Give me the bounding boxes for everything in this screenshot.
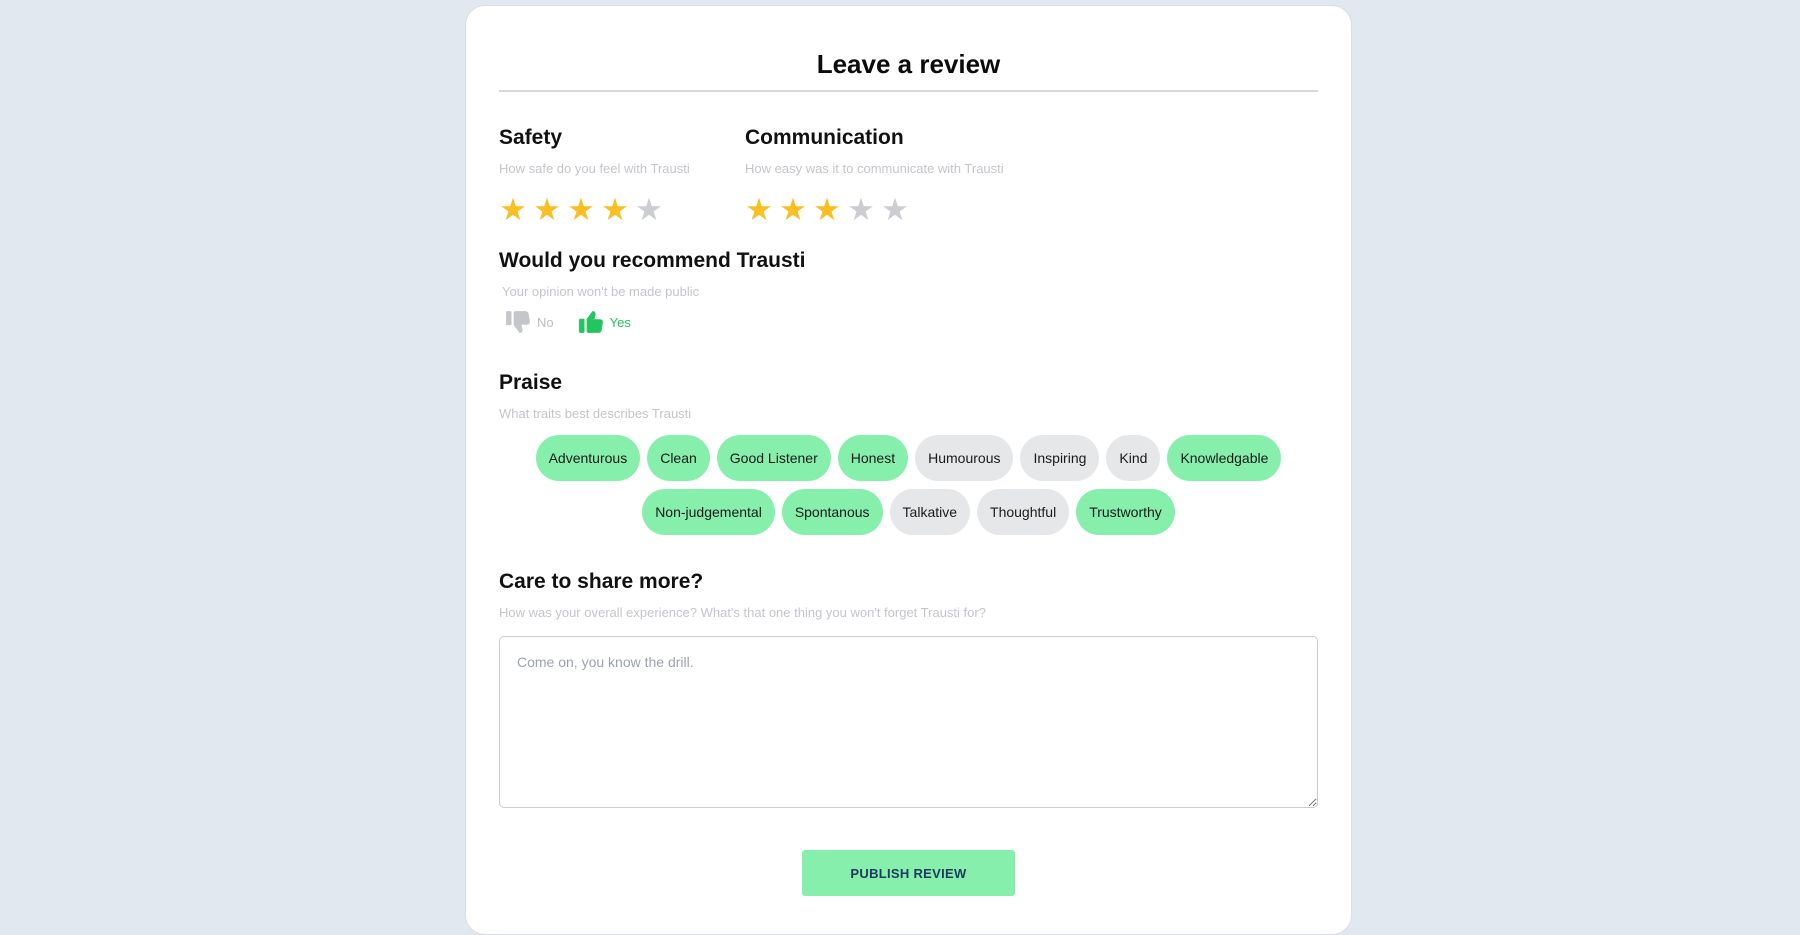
review-textarea[interactable]	[499, 636, 1318, 808]
communication-heading: Communication	[745, 126, 904, 149]
recommend-yes-label: Yes	[609, 314, 631, 330]
recommend-no-button[interactable]: No	[505, 309, 554, 335]
star-icon[interactable]: ★	[779, 194, 807, 225]
safety-rating: Safety How safe do you feel with Trausti…	[499, 126, 711, 225]
star-icon[interactable]: ★	[745, 194, 773, 225]
safety-stars: ★ ★ ★ ★ ★	[499, 194, 711, 225]
star-icon[interactable]: ★	[813, 194, 841, 225]
publish-review-button[interactable]: PUBLISH REVIEW	[802, 850, 1015, 896]
share-section: Care to share more? How was your overall…	[499, 570, 1318, 808]
communication-stars: ★ ★ ★ ★ ★	[745, 194, 1045, 225]
trait-chip[interactable]: Spontanous	[781, 489, 883, 535]
star-icon[interactable]: ★	[881, 194, 909, 225]
praise-heading: Praise	[499, 371, 563, 394]
share-subtitle: How was your overall experience? What's …	[499, 605, 986, 620]
recommend-heading: Would you recommend Trausti	[499, 249, 806, 272]
safety-heading: Safety	[499, 126, 563, 149]
recommend-section: Would you recommend Trausti Your opinion…	[499, 249, 1318, 335]
share-heading: Care to share more?	[499, 570, 704, 593]
review-form: Leave a review Safety How safe do you fe…	[499, 6, 1318, 896]
safety-subtitle: How safe do you feel with Trausti	[499, 161, 690, 176]
review-card: Leave a review Safety How safe do you fe…	[465, 5, 1352, 935]
publish-wrap: PUBLISH REVIEW	[499, 850, 1318, 896]
thumbs-up-icon	[578, 309, 604, 335]
communication-subtitle: How easy was it to communicate with Trau…	[745, 161, 1004, 176]
communication-rating: Communication How easy was it to communi…	[745, 126, 1045, 225]
trait-chip[interactable]: Kind	[1106, 435, 1161, 481]
trait-chip[interactable]: Thoughtful	[977, 489, 1070, 535]
page-title: Leave a review	[499, 49, 1318, 92]
trait-chip[interactable]: Talkative	[889, 489, 971, 535]
trait-chip[interactable]: Inspiring	[1020, 435, 1100, 481]
trait-chip[interactable]: Trustworthy	[1076, 489, 1175, 535]
recommend-options: No Yes	[505, 309, 1318, 335]
star-icon[interactable]: ★	[567, 194, 595, 225]
trait-chip[interactable]: Clean	[647, 435, 710, 481]
recommend-subtitle: Your opinion won't be made public	[502, 284, 700, 299]
praise-section: Praise What traits best describes Traust…	[499, 371, 1318, 535]
star-icon[interactable]: ★	[635, 194, 663, 225]
trait-chip[interactable]: Good Listener	[716, 435, 831, 481]
trait-chip[interactable]: Humourous	[915, 435, 1014, 481]
recommend-yes-button[interactable]: Yes	[578, 309, 631, 335]
star-icon[interactable]: ★	[601, 194, 629, 225]
trait-chip[interactable]: Non-judgemental	[642, 489, 775, 535]
star-icon[interactable]: ★	[499, 194, 527, 225]
praise-subtitle: What traits best describes Trausti	[499, 406, 692, 421]
recommend-no-label: No	[537, 314, 554, 330]
trait-chips: Adventurous Clean Good Listener Honest Humou…	[499, 435, 1318, 535]
thumbs-down-icon	[505, 309, 531, 335]
star-icon[interactable]: ★	[533, 194, 561, 225]
trait-chip[interactable]: Knowledgable	[1167, 435, 1282, 481]
trait-chip[interactable]: Honest	[837, 435, 909, 481]
trait-chip[interactable]: Adventurous	[535, 435, 641, 481]
star-icon[interactable]: ★	[847, 194, 875, 225]
ratings-row: Safety How safe do you feel with Trausti…	[499, 126, 1318, 225]
